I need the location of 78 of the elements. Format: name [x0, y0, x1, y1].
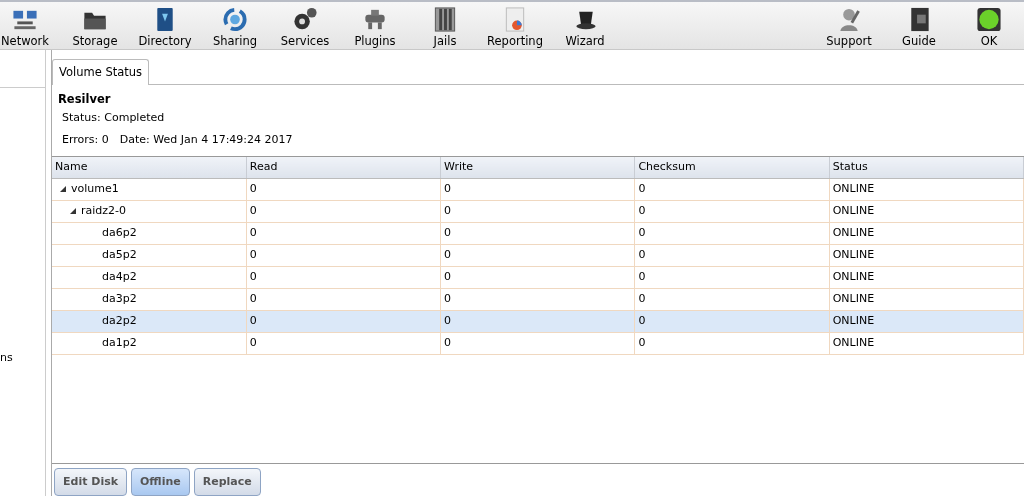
status-light-icon: [975, 6, 1003, 33]
table-cell: ONLINE: [832, 247, 875, 261]
action-button[interactable]: Replace: [193, 467, 261, 496]
table-cell: 0: [638, 269, 646, 283]
tab[interactable]: Volume Status: [52, 58, 150, 85]
toolbar-button[interactable]: Services: [270, 2, 340, 49]
column-header[interactable]: Checksum: [634, 157, 830, 179]
column-header[interactable]: Write: [440, 157, 635, 179]
table-cell: 0: [444, 269, 452, 283]
table-cell: 0: [638, 181, 646, 195]
table-cell: 0: [638, 247, 646, 261]
action-button[interactable]: Offline: [131, 467, 190, 496]
status-text: Status: Completed: [62, 110, 166, 126]
toolbar-button[interactable]: Sharing: [200, 2, 270, 49]
node-name: da5p2: [102, 246, 137, 263]
column-header[interactable]: Read: [246, 157, 441, 179]
toolbar-button[interactable]: Directory: [130, 2, 200, 49]
table-cell: ONLINE: [832, 181, 875, 195]
table-cell: 0: [444, 335, 452, 349]
section-title: Resilver: [58, 90, 112, 108]
node-name: da4p2: [102, 268, 137, 285]
table-cell: 0: [444, 313, 452, 327]
table-cell: 0: [249, 247, 257, 261]
date-text: Date: Wed Jan 4 17:49:24 2017: [119, 132, 293, 148]
errors-text: Errors: 0: [62, 132, 109, 148]
table-cell: ONLINE: [832, 225, 875, 239]
node-name: da6p2: [102, 224, 137, 241]
node-name: da1p2: [102, 334, 137, 351]
table-cell: 0: [638, 313, 646, 327]
table-row[interactable]: volume1 0 0 0 ONLINE: [52, 178, 1024, 201]
table-row[interactable]: da2p2 0 0 0 ONLINE: [52, 310, 1024, 333]
toolbar-button[interactable]: Plugins: [340, 2, 410, 49]
toolbar-button[interactable]: Guide: [884, 2, 954, 49]
table-cell: 0: [249, 203, 257, 217]
table-cell: 0: [444, 181, 452, 195]
table-cell: ONLINE: [832, 335, 875, 349]
toolbar-button[interactable]: Network: [0, 2, 60, 49]
action-button[interactable]: Edit Disk: [54, 467, 127, 496]
table-cell: 0: [444, 203, 452, 217]
table-cell: 0: [249, 291, 257, 305]
node-name: da2p2: [102, 312, 137, 329]
expander-icon[interactable]: [70, 208, 76, 215]
table-cell: 0: [638, 225, 646, 239]
table-cell: 0: [249, 269, 257, 283]
table-cell: 0: [249, 181, 257, 195]
column-header[interactable]: Status: [829, 157, 1024, 179]
table-cell: ONLINE: [832, 269, 875, 283]
toolbar-button[interactable]: OK: [954, 2, 1024, 49]
toolbar-button[interactable]: Storage: [60, 2, 130, 49]
table-row[interactable]: da1p2 0 0 0 ONLINE: [52, 332, 1024, 355]
table-cell: ONLINE: [832, 203, 875, 217]
table-cell: 0: [444, 225, 452, 239]
node-name: da3p2: [102, 290, 137, 307]
sidebar-item[interactable]: ns: [0, 350, 13, 367]
node-name: raidz2-0: [81, 202, 127, 219]
sync-icon: [221, 6, 249, 33]
table-cell: ONLINE: [832, 291, 875, 305]
node-name: volume1: [71, 180, 119, 197]
table-cell: 0: [249, 225, 257, 239]
toolbar-button[interactable]: Jails: [410, 2, 480, 49]
column-header[interactable]: Name: [52, 157, 247, 179]
table-cell: 0: [638, 335, 646, 349]
table-row[interactable]: da6p2 0 0 0 ONLINE: [52, 222, 1024, 245]
toolbar-button[interactable]: Wizard: [550, 2, 620, 49]
table-cell: ONLINE: [832, 313, 875, 327]
table-cell: 0: [444, 291, 452, 305]
expander-icon[interactable]: [60, 186, 66, 193]
table-cell: 0: [249, 335, 257, 349]
table-row[interactable]: da5p2 0 0 0 ONLINE: [52, 244, 1024, 267]
table-row[interactable]: da4p2 0 0 0 ONLINE: [52, 266, 1024, 289]
table-cell: 0: [638, 291, 646, 305]
table-row[interactable]: raidz2-0 0 0 0 ONLINE: [52, 200, 1024, 223]
table-cell: 0: [249, 313, 257, 327]
toolbar-button[interactable]: Reporting: [480, 2, 550, 49]
table-cell: 0: [444, 247, 452, 261]
table-cell: 0: [638, 203, 646, 217]
toolbar-button[interactable]: Support: [814, 2, 884, 49]
table-row[interactable]: da3p2 0 0 0 ONLINE: [52, 288, 1024, 311]
